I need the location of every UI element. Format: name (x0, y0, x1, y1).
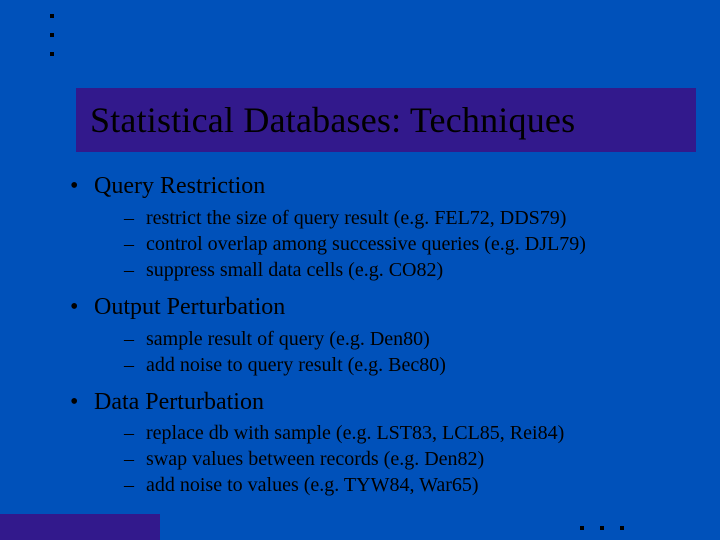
sub-bullet-text: add noise to query result (e.g. Bec80) (146, 354, 446, 376)
bullet-label: Query Restriction (94, 173, 265, 199)
sub-bullet-text: control overlap among successive queries… (146, 233, 586, 255)
dot-icon (50, 14, 54, 18)
sub-list: sample result of query (e.g. Den80) add … (94, 326, 676, 378)
dot-icon (50, 52, 54, 56)
dot-icon (600, 526, 604, 530)
sub-bullet-text: add noise to values (e.g. TYW84, War65) (146, 474, 479, 496)
list-item: add noise to values (e.g. TYW84, War65) (94, 472, 676, 498)
sub-bullet-text: suppress small data cells (e.g. CO82) (146, 259, 443, 281)
slide-body: Query Restriction restrict the size of q… (66, 172, 676, 508)
list-item: replace db with sample (e.g. LST83, LCL8… (94, 420, 676, 446)
footer-accent-block (0, 514, 160, 540)
sub-bullet-text: swap values between records (e.g. Den82) (146, 448, 484, 470)
sub-bullet-text: sample result of query (e.g. Den80) (146, 328, 430, 350)
sub-bullet-text: restrict the size of query result (e.g. … (146, 207, 566, 229)
list-item: control overlap among successive queries… (94, 231, 676, 257)
list-item: restrict the size of query result (e.g. … (94, 205, 676, 231)
decorative-dots-top-left (50, 14, 54, 71)
list-item: Output Perturbation sample result of que… (66, 293, 676, 378)
list-item: sample result of query (e.g. Den80) (94, 326, 676, 352)
decorative-dots-bottom-right (580, 526, 624, 530)
list-item: Data Perturbation replace db with sample… (66, 388, 676, 499)
list-item: add noise to query result (e.g. Bec80) (94, 352, 676, 378)
list-item: swap values between records (e.g. Den82) (94, 446, 676, 472)
sub-bullet-text: replace db with sample (e.g. LST83, LCL8… (146, 422, 564, 444)
sub-list: replace db with sample (e.g. LST83, LCL8… (94, 420, 676, 498)
slide: Statistical Databases: Techniques Query … (0, 0, 720, 540)
dot-icon (580, 526, 584, 530)
bullet-list: Query Restriction restrict the size of q… (66, 172, 676, 498)
list-item: Query Restriction restrict the size of q… (66, 172, 676, 283)
bullet-label: Output Perturbation (94, 294, 285, 320)
sub-list: restrict the size of query result (e.g. … (94, 205, 676, 283)
slide-title: Statistical Databases: Techniques (76, 99, 575, 141)
dot-icon (50, 33, 54, 37)
list-item: suppress small data cells (e.g. CO82) (94, 257, 676, 283)
dot-icon (620, 526, 624, 530)
title-bar: Statistical Databases: Techniques (76, 88, 696, 152)
bullet-label: Data Perturbation (94, 389, 264, 415)
